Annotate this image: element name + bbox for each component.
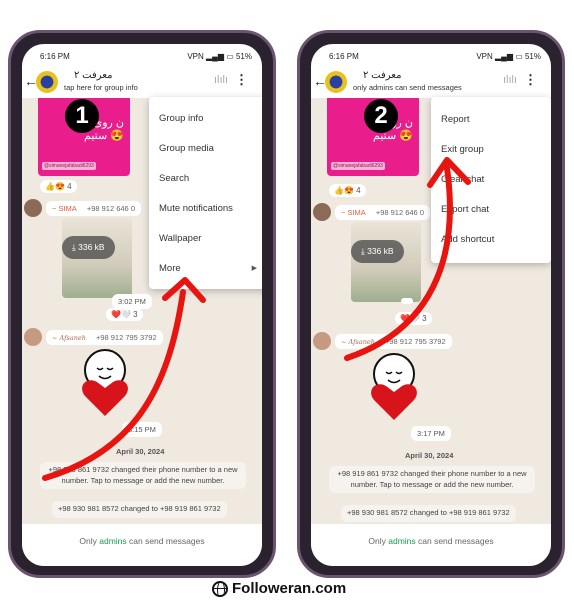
reactions[interactable]: 👍😍 4 <box>40 180 77 193</box>
reactions[interactable]: ❤️🤍 3 <box>106 308 143 321</box>
step-badge: 1 <box>65 99 99 133</box>
status-icons: VPN ▂▄▆ ▭ 51% <box>187 52 252 61</box>
file-size: 336 kB <box>78 242 105 252</box>
more-options-icon[interactable]: ⋮ <box>235 72 248 88</box>
heart-sticker[interactable] <box>77 348 133 418</box>
status-bar: 6:16 PM VPN ▂▄▆ ▭ 51% <box>311 52 551 66</box>
sender-phone: +98 912 646 0 <box>86 204 135 213</box>
menu-item-more[interactable]: More <box>159 263 181 274</box>
menu-item-exit-group[interactable]: Exit group <box>441 144 484 155</box>
whatsapp-screen: 6:16 PM VPN ▂▄▆ ▭ 51% ← معرفت ۲ only adm… <box>311 44 551 566</box>
chat-header[interactable]: ← معرفت ۲ only admins can send messages … <box>311 68 551 98</box>
avatar[interactable] <box>313 203 331 221</box>
system-message: +98 919 861 9732 changed their phone num… <box>40 462 246 489</box>
heart-sticker[interactable] <box>366 352 422 422</box>
menu-item-mute-notifications[interactable]: Mute notifications <box>159 203 233 214</box>
more-options-icon[interactable]: ⋮ <box>524 72 537 88</box>
date-divider: April 30, 2024 <box>116 447 165 456</box>
group-avatar[interactable] <box>325 71 347 93</box>
sender-name: ~ SIMA <box>52 204 77 213</box>
timestamp: 3:02 PM <box>112 294 152 309</box>
status-time: 6:16 PM <box>40 52 70 61</box>
menu-item-export-chat[interactable]: Export chat <box>441 204 489 215</box>
sender-name: ~ Afsaneh <box>52 334 86 342</box>
sender-label: ~ SIMA +98 912 646 0 <box>46 201 141 216</box>
download-button[interactable]: ⤓ 336 kB <box>351 240 404 263</box>
menu-item-group-media[interactable]: Group media <box>159 143 214 154</box>
menu-item-group-info[interactable]: Group info <box>159 113 203 124</box>
menu-item-add-shortcut[interactable]: Add shortcut <box>441 234 494 245</box>
overflow-menu: Group info Group media Search Mute notifica… <box>149 97 262 289</box>
group-avatar[interactable] <box>36 71 58 93</box>
admins-link[interactable]: admins <box>99 536 126 546</box>
admins-only-notice: Only admins can send messages <box>311 524 551 566</box>
date-divider: April 30, 2024 <box>405 451 454 460</box>
timestamp <box>401 298 413 304</box>
whatsapp-screen: 6:16 PM VPN ▂▄▆ ▭ 51% ← معرفت ۲ tap here… <box>22 44 262 566</box>
avatar[interactable] <box>24 199 42 217</box>
group-subtitle: only admins can send messages <box>353 83 462 92</box>
avatar[interactable] <box>24 328 42 346</box>
timestamp: 3:15 PM <box>122 422 162 437</box>
admins-only-notice: Only admins can send messages <box>22 524 262 566</box>
system-message: +98 930 981 8572 changed to +98 919 861 … <box>341 505 516 522</box>
menu-item-report[interactable]: Report <box>441 114 470 125</box>
admins-link[interactable]: admins <box>388 536 415 546</box>
reactions[interactable]: ❤️🤍 3 <box>395 312 432 325</box>
brand-text: Followeran.com <box>232 580 347 597</box>
chat-header[interactable]: ← معرفت ۲ tap here for group info ılılı … <box>22 68 262 98</box>
chevron-right-icon: ▶ <box>251 265 257 272</box>
group-name: معرفت ۲ <box>74 70 113 81</box>
system-message: +98 919 861 9732 changed their phone num… <box>329 466 535 493</box>
phone-2: 6:16 PM VPN ▂▄▆ ▭ 51% ← معرفت ۲ only adm… <box>297 30 565 578</box>
sender-label: ~ SIMA +98 912 646 0 <box>335 205 430 220</box>
reactions[interactable]: 👍😍 4 <box>329 184 366 197</box>
sender-label: ~ Afsaneh +98 912 795 3792 <box>335 334 452 349</box>
menu-item-search[interactable]: Search <box>159 173 189 184</box>
sender-phone: +98 912 795 3792 <box>384 337 446 346</box>
footer-brand: Followeran.com <box>212 580 346 597</box>
phone-1: 6:16 PM VPN ▂▄▆ ▭ 51% ← معرفت ۲ tap here… <box>8 30 276 578</box>
sender-label: ~ Afsaneh +98 912 795 3792 <box>46 330 163 345</box>
status-time: 6:16 PM <box>329 52 359 61</box>
step-badge: 2 <box>364 99 398 133</box>
system-message: +98 930 981 8572 changed to +98 919 861 … <box>52 501 227 518</box>
voice-chat-icon[interactable]: ılılı <box>503 74 517 86</box>
status-bar: 6:16 PM VPN ▂▄▆ ▭ 51% <box>22 52 262 66</box>
menu-item-clear-chat[interactable]: Clear chat <box>441 174 484 185</box>
group-name: معرفت ۲ <box>363 70 402 81</box>
menu-item-wallpaper[interactable]: Wallpaper <box>159 233 201 244</box>
sender-name: ~ SIMA <box>341 208 366 217</box>
sender-phone: +98 912 795 3792 <box>95 333 157 342</box>
sender-name: ~ Afsaneh <box>341 338 375 346</box>
image-tag: @simanejafabadi6293 <box>331 162 385 170</box>
image-tag: @simanejafabadi6293 <box>42 162 96 170</box>
file-size: 336 kB <box>367 246 394 256</box>
voice-chat-icon[interactable]: ılılı <box>214 74 228 86</box>
timestamp: 3:17 PM <box>411 426 451 441</box>
globe-icon <box>212 580 228 597</box>
download-button[interactable]: ⤓ 336 kB <box>62 236 115 259</box>
status-icons: VPN ▂▄▆ ▭ 51% <box>476 52 541 61</box>
avatar[interactable] <box>313 332 331 350</box>
sender-phone: +98 912 646 0 <box>375 208 424 217</box>
overflow-menu: Report Exit group Clear chat Export chat Add… <box>431 97 551 263</box>
group-subtitle: tap here for group info <box>64 83 138 92</box>
